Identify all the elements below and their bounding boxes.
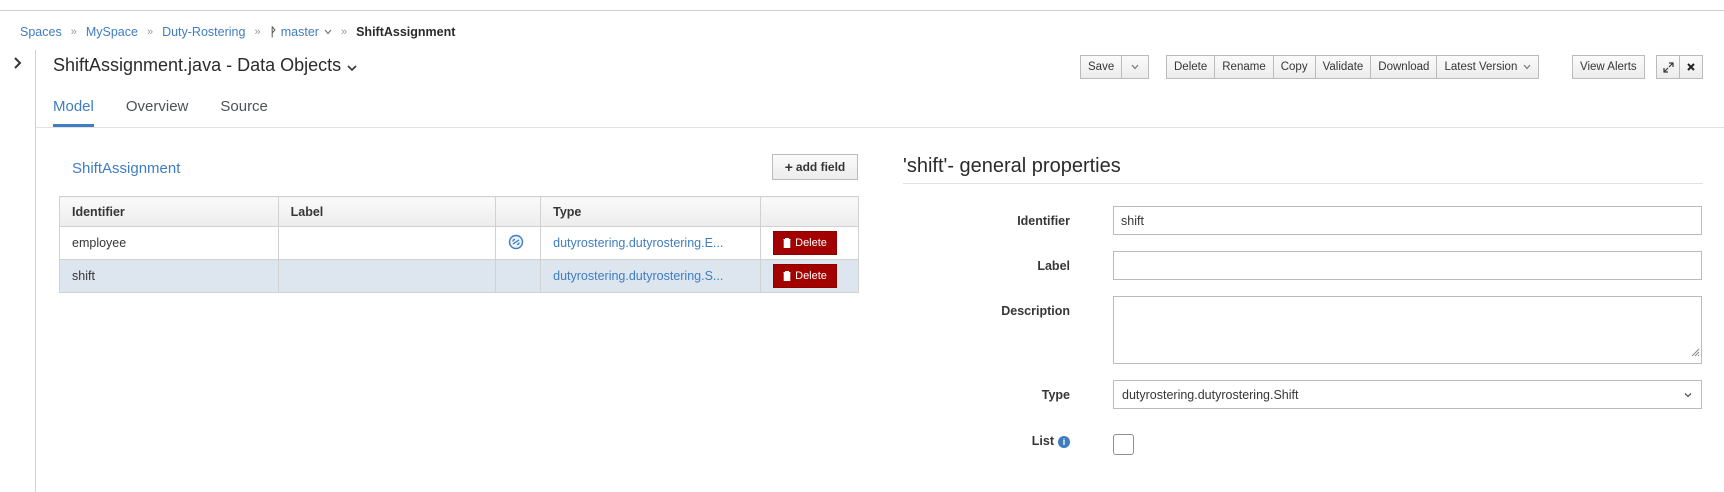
delete-field-button[interactable]: Delete xyxy=(773,231,838,255)
type-select[interactable]: dutyrostering.dutyrostering.Shift xyxy=(1113,380,1702,409)
plus-icon: + xyxy=(784,159,793,175)
alerts-group: View Alerts xyxy=(1572,55,1645,79)
column-header-identifier[interactable]: Identifier xyxy=(59,196,279,227)
delete-field-label: Delete xyxy=(795,270,827,282)
list-label-wrap: List i xyxy=(900,434,1070,448)
description-textarea[interactable] xyxy=(1113,296,1702,364)
delete-button[interactable]: Delete xyxy=(1166,55,1216,79)
chevron-down-icon xyxy=(1131,64,1139,70)
close-button[interactable] xyxy=(1679,55,1703,79)
label-label: Label xyxy=(1037,259,1070,273)
add-field-button[interactable]: + add field xyxy=(772,154,858,180)
field-type-link[interactable]: dutyrostering.dutyrostering.E... xyxy=(540,226,762,260)
field-identifier[interactable]: employee xyxy=(59,226,279,260)
expand-icon xyxy=(1662,61,1674,73)
breadcrumb-separator: » xyxy=(146,26,154,38)
chevron-down-icon xyxy=(347,64,357,71)
field-actions: Delete xyxy=(760,259,859,293)
breadcrumb-current: ShiftAssignment xyxy=(356,25,456,39)
table-header-row: Identifier Label Type xyxy=(59,196,859,227)
page-title[interactable]: ShiftAssignment.java - Data Objects xyxy=(53,55,358,76)
breadcrumb-separator: » xyxy=(254,26,261,38)
relationship-icon[interactable] xyxy=(508,234,524,250)
breadcrumb: Spaces » MySpace » Duty-Rostering » ᚹ ma… xyxy=(20,22,455,42)
tab-model[interactable]: Model xyxy=(53,98,94,127)
field-link-cell xyxy=(495,259,542,293)
breadcrumb-myspace[interactable]: MySpace xyxy=(86,25,138,39)
breadcrumb-spaces[interactable]: Spaces xyxy=(20,25,62,39)
field-actions: Delete xyxy=(760,226,859,260)
chevron-down-icon xyxy=(1684,392,1692,397)
tab-overview[interactable]: Overview xyxy=(126,98,189,127)
page-title-text: ShiftAssignment.java - Data Objects xyxy=(53,55,342,75)
identifier-input[interactable] xyxy=(1113,206,1702,235)
type-select-value: dutyrostering.dutyrostering.Shift xyxy=(1122,387,1299,402)
save-group: Save xyxy=(1080,55,1150,79)
close-icon xyxy=(1687,63,1695,71)
data-object-name[interactable]: ShiftAssignment xyxy=(72,160,180,177)
save-options-button[interactable] xyxy=(1121,55,1150,79)
field-label xyxy=(277,226,497,260)
info-icon[interactable]: i xyxy=(1058,435,1070,448)
editor-tabs: Model Overview Source xyxy=(53,98,300,127)
chevron-right-icon[interactable] xyxy=(11,56,25,70)
download-button[interactable]: Download xyxy=(1370,55,1438,79)
field-type-link[interactable]: dutyrostering.dutyrostering.S... xyxy=(540,259,762,293)
table-row[interactable]: employee dutyrostering.dutyrostering.E..… xyxy=(59,226,859,260)
type-label: Type xyxy=(1041,388,1070,402)
field-identifier[interactable]: shift xyxy=(59,259,279,293)
latest-version-label: Latest Version xyxy=(1444,61,1518,73)
column-header-type[interactable]: Type xyxy=(540,196,762,227)
chevron-down-icon xyxy=(1523,64,1531,70)
identifier-label: Identifier xyxy=(1017,214,1070,228)
top-border xyxy=(0,10,1724,11)
trash-icon xyxy=(783,271,791,281)
tab-source[interactable]: Source xyxy=(220,98,268,127)
field-label xyxy=(277,259,497,293)
properties-divider xyxy=(903,183,1703,184)
left-rail xyxy=(0,50,36,492)
actions-group: Delete Rename Copy Validate Download Lat… xyxy=(1166,55,1540,79)
latest-version-dropdown[interactable]: Latest Version xyxy=(1436,55,1540,79)
branch-name: master xyxy=(280,25,319,39)
properties-title: 'shift'- general properties xyxy=(903,155,1121,177)
resize-handle-icon[interactable] xyxy=(1690,347,1700,357)
window-controls xyxy=(1656,55,1703,79)
validate-button[interactable]: Validate xyxy=(1314,55,1372,79)
fields-table: Identifier Label Type employee dutyroste… xyxy=(59,196,859,293)
git-branch-icon: ᚹ xyxy=(269,25,277,39)
breadcrumb-separator: » xyxy=(70,26,77,38)
column-header-link xyxy=(495,196,542,227)
branch-selector[interactable]: ᚹ master xyxy=(270,25,332,39)
add-field-label: add field xyxy=(795,160,846,174)
save-button[interactable]: Save xyxy=(1080,55,1123,79)
breadcrumb-separator: » xyxy=(340,26,348,38)
copy-button[interactable]: Copy xyxy=(1272,55,1316,79)
view-alerts-button[interactable]: View Alerts xyxy=(1572,55,1645,79)
delete-field-button[interactable]: Delete xyxy=(773,264,838,288)
maximize-button[interactable] xyxy=(1656,55,1680,79)
delete-field-label: Delete xyxy=(795,237,827,249)
column-header-label[interactable]: Label xyxy=(277,196,497,227)
description-label: Description xyxy=(1001,304,1070,318)
rename-button[interactable]: Rename xyxy=(1214,55,1274,79)
chevron-down-icon xyxy=(324,27,332,37)
list-label: List xyxy=(1031,434,1054,448)
trash-icon xyxy=(783,238,791,248)
label-input[interactable] xyxy=(1113,251,1702,280)
table-row[interactable]: shift dutyrostering.dutyrostering.S... D… xyxy=(59,259,859,293)
list-checkbox[interactable] xyxy=(1113,434,1134,455)
column-header-actions xyxy=(760,196,859,227)
tabs-divider xyxy=(36,127,1724,128)
field-link-cell xyxy=(495,226,542,260)
breadcrumb-project[interactable]: Duty-Rostering xyxy=(162,25,245,39)
